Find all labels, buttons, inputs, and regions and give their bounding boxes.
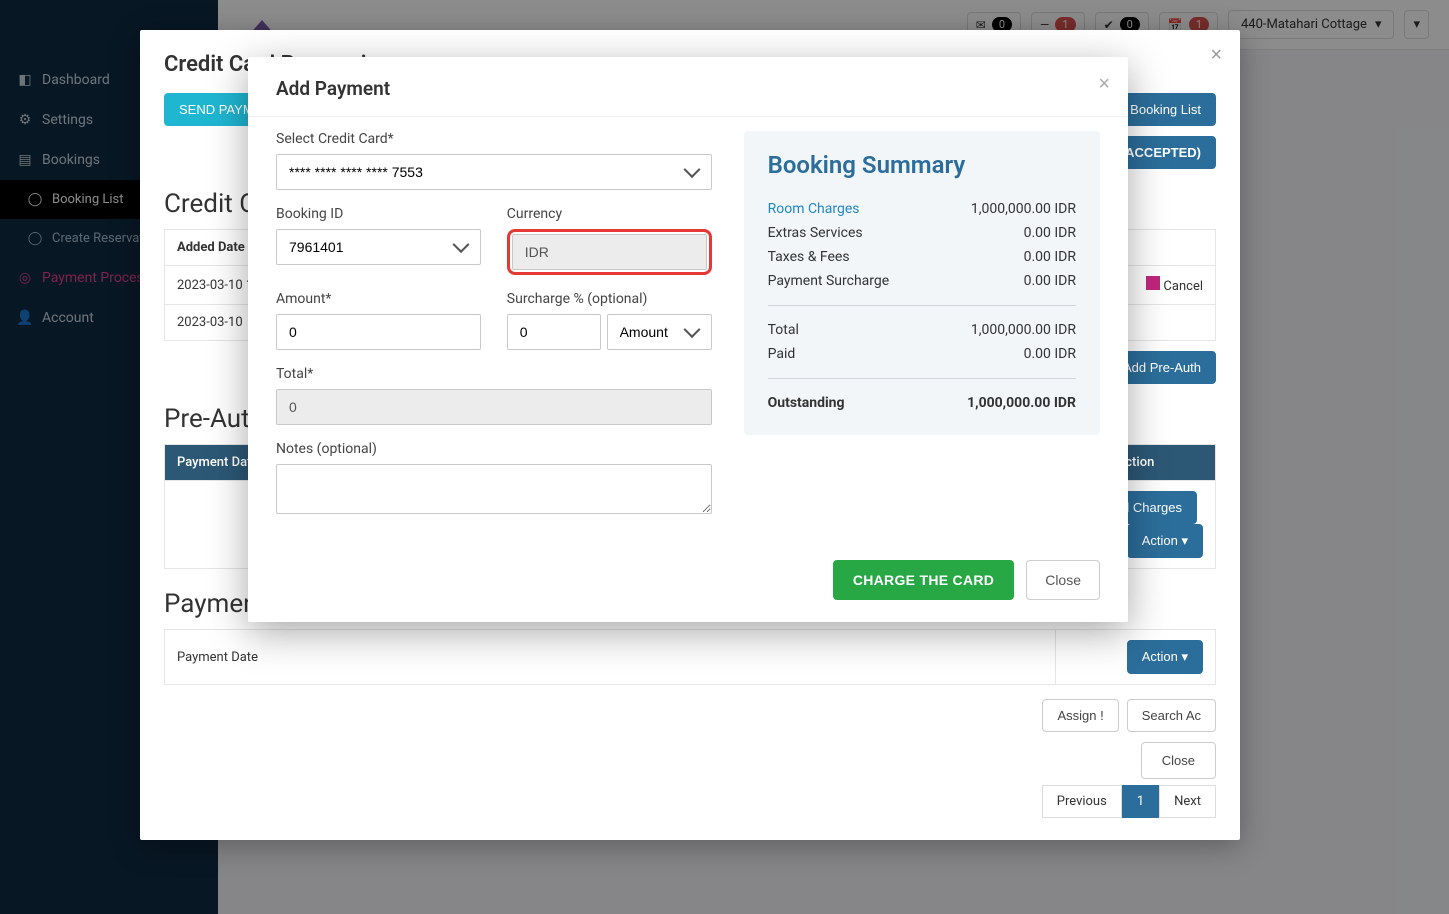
summary-total-label: Total — [768, 322, 799, 338]
total-field — [276, 389, 712, 425]
currency-field — [512, 234, 707, 270]
summary-heading: Booking Summary — [768, 151, 1076, 179]
summary-taxes-value: 0.00 IDR — [1024, 249, 1076, 265]
currency-label: Currency — [507, 206, 712, 222]
total-label: Total* — [276, 366, 712, 382]
currency-field-highlight — [507, 229, 712, 275]
payment-form: Select Credit Card* Booking ID Currency — [276, 131, 712, 534]
booking-id-field[interactable] — [276, 229, 481, 265]
summary-total-value: 1,000,000.00 IDR — [971, 322, 1076, 338]
summary-paid-label: Paid — [768, 346, 796, 362]
summary-extras-value: 0.00 IDR — [1024, 225, 1076, 241]
close-icon[interactable]: × — [1098, 73, 1110, 96]
amount-label: Amount* — [276, 291, 481, 307]
notes-field[interactable] — [276, 464, 712, 514]
summary-taxes-label: Taxes & Fees — [768, 249, 850, 265]
surcharge-percent-field[interactable] — [507, 314, 601, 350]
summary-surcharge-label: Payment Surcharge — [768, 273, 890, 289]
summary-outstanding-label: Outstanding — [768, 395, 845, 411]
summary-surcharge-value: 0.00 IDR — [1024, 273, 1076, 289]
summary-room-charges-value: 1,000,000.00 IDR — [971, 201, 1076, 217]
surcharge-basis-select[interactable] — [607, 314, 712, 350]
select-card-label: Select Credit Card* — [276, 131, 712, 147]
booking-id-label: Booking ID — [276, 206, 481, 222]
surcharge-label: Surcharge % (optional) — [507, 291, 712, 307]
modal-title: Add Payment — [276, 77, 1100, 100]
close-button[interactable]: Close — [1026, 560, 1100, 600]
notes-label: Notes (optional) — [276, 441, 712, 457]
summary-room-charges-link[interactable]: Room Charges — [768, 201, 860, 217]
amount-field[interactable] — [276, 314, 481, 350]
charge-card-button[interactable]: CHARGE THE CARD — [833, 560, 1014, 600]
summary-outstanding-value: 1,000,000.00 IDR — [967, 395, 1076, 411]
select-card-field[interactable] — [276, 154, 712, 190]
summary-extras-label: Extras Services — [768, 225, 863, 241]
add-payment-modal: × Add Payment Select Credit Card* Bookin… — [248, 57, 1128, 622]
summary-paid-value: 0.00 IDR — [1024, 346, 1076, 362]
booking-summary-card: Booking Summary Room Charges 1,000,000.0… — [744, 131, 1100, 435]
